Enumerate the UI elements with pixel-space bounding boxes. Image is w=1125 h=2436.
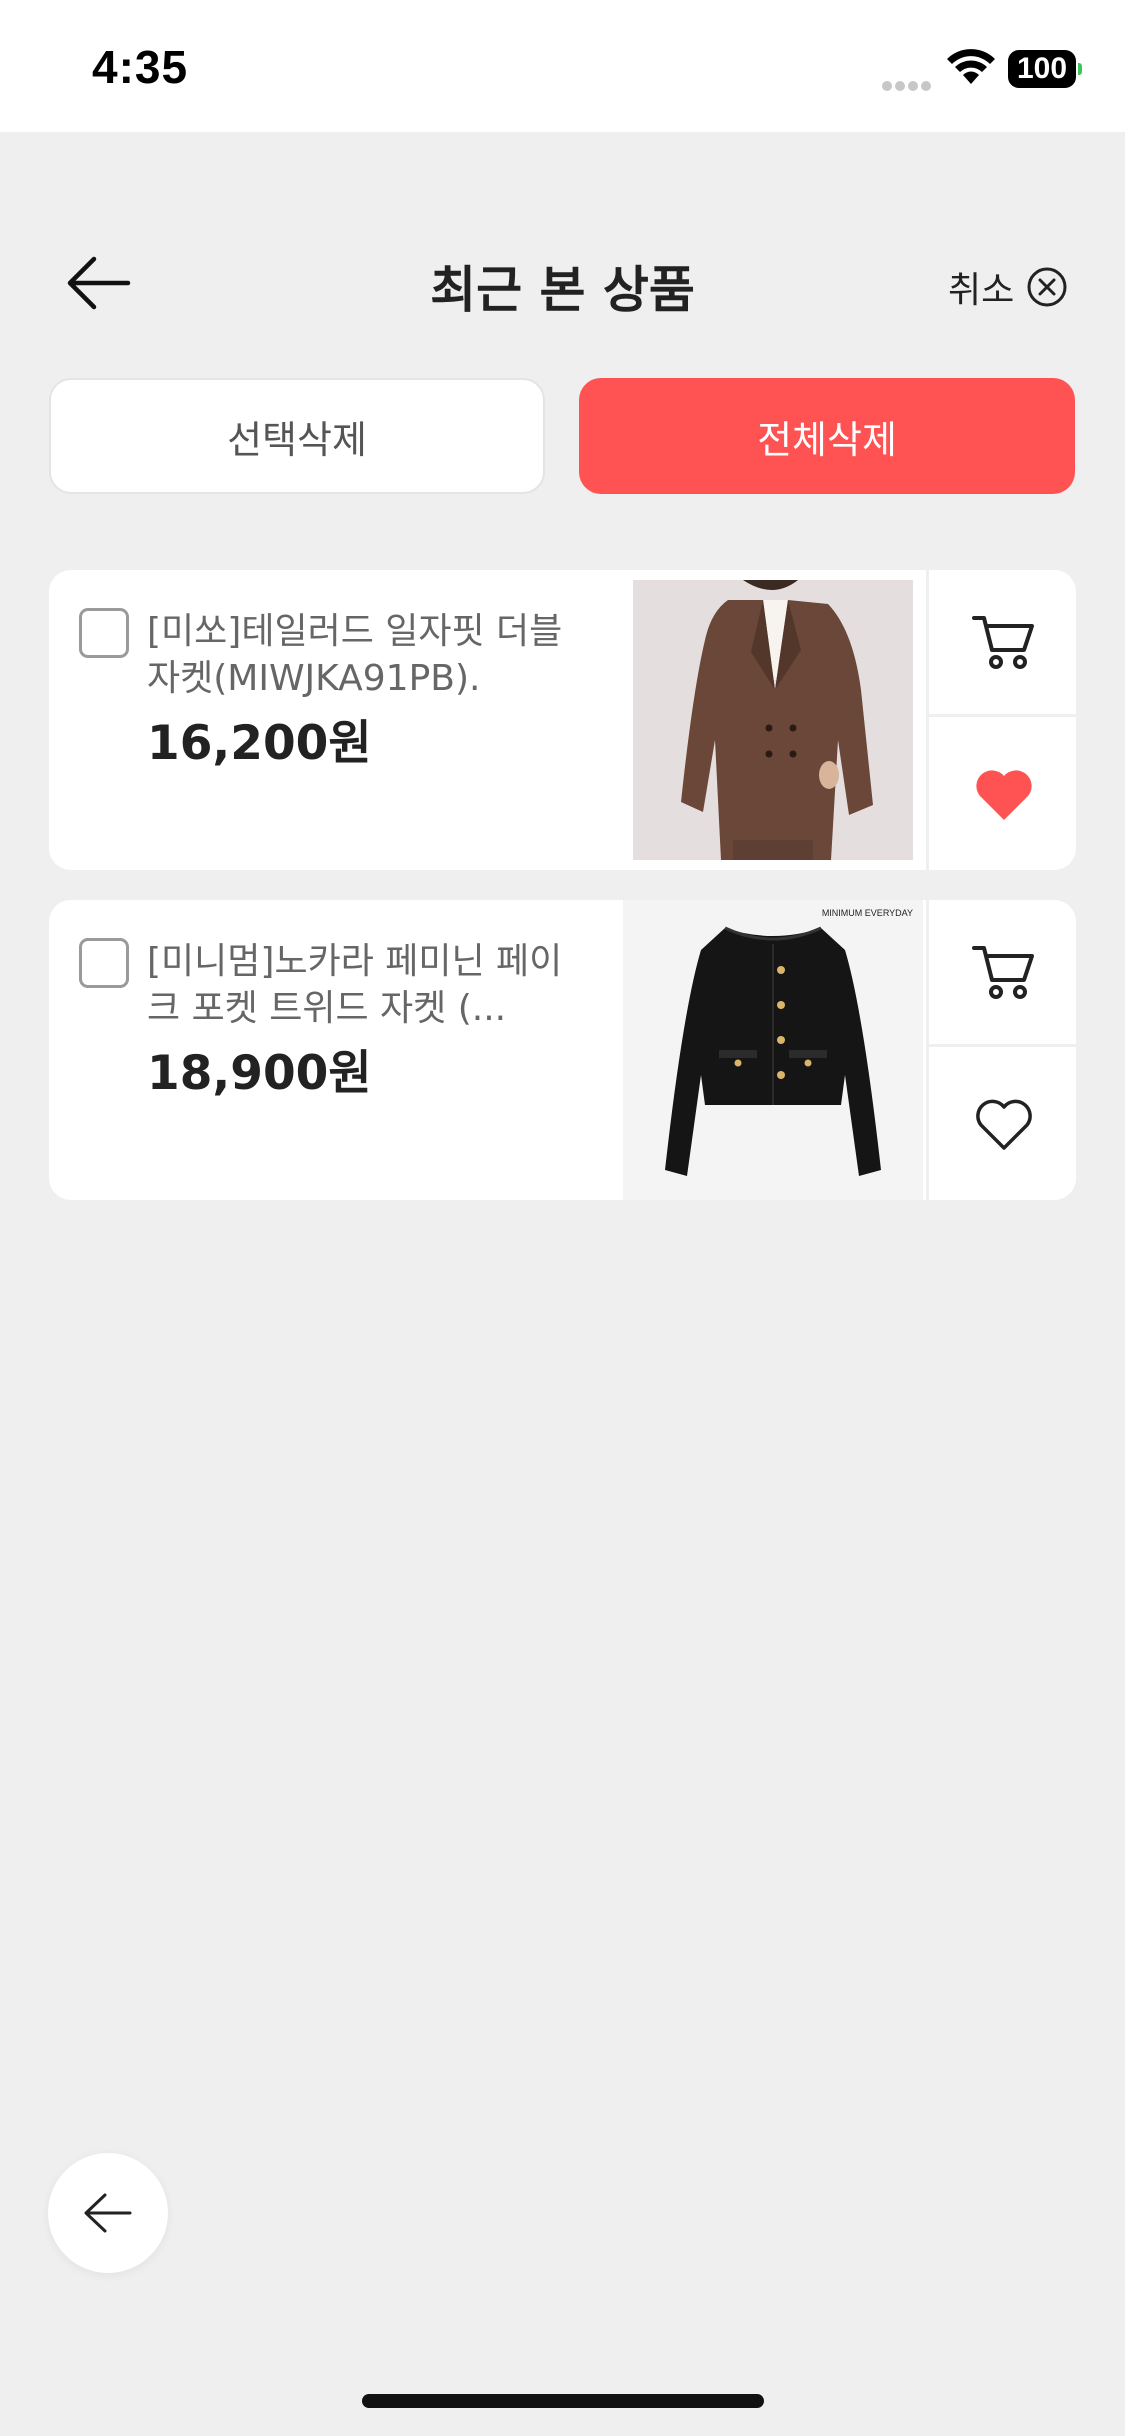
- product-thumbnail[interactable]: [623, 570, 923, 870]
- add-to-cart-button[interactable]: [929, 900, 1076, 1047]
- cart-icon: [972, 946, 1034, 999]
- product-actions: [926, 900, 1076, 1200]
- product-checkbox[interactable]: [79, 938, 129, 988]
- battery-cap: [1078, 63, 1082, 75]
- select-delete-button[interactable]: 선택삭제: [49, 378, 545, 494]
- heart-filled-icon: [976, 769, 1032, 820]
- product-thumbnail[interactable]: MINIMUM EVERYDAY: [623, 900, 923, 1200]
- status-time: 4:35: [92, 41, 189, 93]
- cancel-label: 취소: [948, 270, 1015, 311]
- recently-viewed-screen: 4:35 100 최근 본 상품 취소 선택삭제 전체삭제 [미쏘]테일러드 일…: [0, 0, 1125, 2436]
- product-price: 18,900원: [147, 1046, 372, 1101]
- product-price: 16,200원: [147, 716, 372, 771]
- like-button[interactable]: [929, 717, 1076, 870]
- heart-outline-icon: [976, 1099, 1032, 1150]
- add-to-cart-button[interactable]: [929, 570, 1076, 717]
- product-checkbox[interactable]: [79, 608, 129, 658]
- product-card[interactable]: [미니멈]노카라 페미닌 페이크 포켓 트위드 자켓 (... 18,900원 …: [49, 900, 1076, 1200]
- delete-all-button[interactable]: 전체삭제: [579, 378, 1075, 494]
- product-name[interactable]: [미니멈]노카라 페미닌 페이크 포켓 트위드 자켓 (...: [147, 938, 587, 1032]
- product-actions: [926, 570, 1076, 870]
- product-name[interactable]: [미쏘]테일러드 일자핏 더블 자켓(MIWJKA91PB).: [147, 608, 587, 702]
- floating-back-button[interactable]: [48, 2153, 168, 2273]
- back-arrow-icon: [84, 2193, 132, 2233]
- home-indicator: [362, 2394, 764, 2408]
- cancel-button[interactable]: 취소: [948, 262, 1068, 312]
- close-circle-icon: [1027, 267, 1067, 307]
- cart-icon: [972, 616, 1034, 669]
- signal-dots-icon: [882, 76, 934, 95]
- thumbnail-brand-text: MINIMUM EVERYDAY: [822, 908, 913, 918]
- wifi-icon: [947, 49, 995, 84]
- status-bar: 4:35 100: [0, 0, 1125, 132]
- like-button[interactable]: [929, 1047, 1076, 1200]
- product-card[interactable]: [미쏘]테일러드 일자핏 더블 자켓(MIWJKA91PB). 16,200원: [49, 570, 1076, 870]
- battery-icon: 100: [1008, 50, 1076, 88]
